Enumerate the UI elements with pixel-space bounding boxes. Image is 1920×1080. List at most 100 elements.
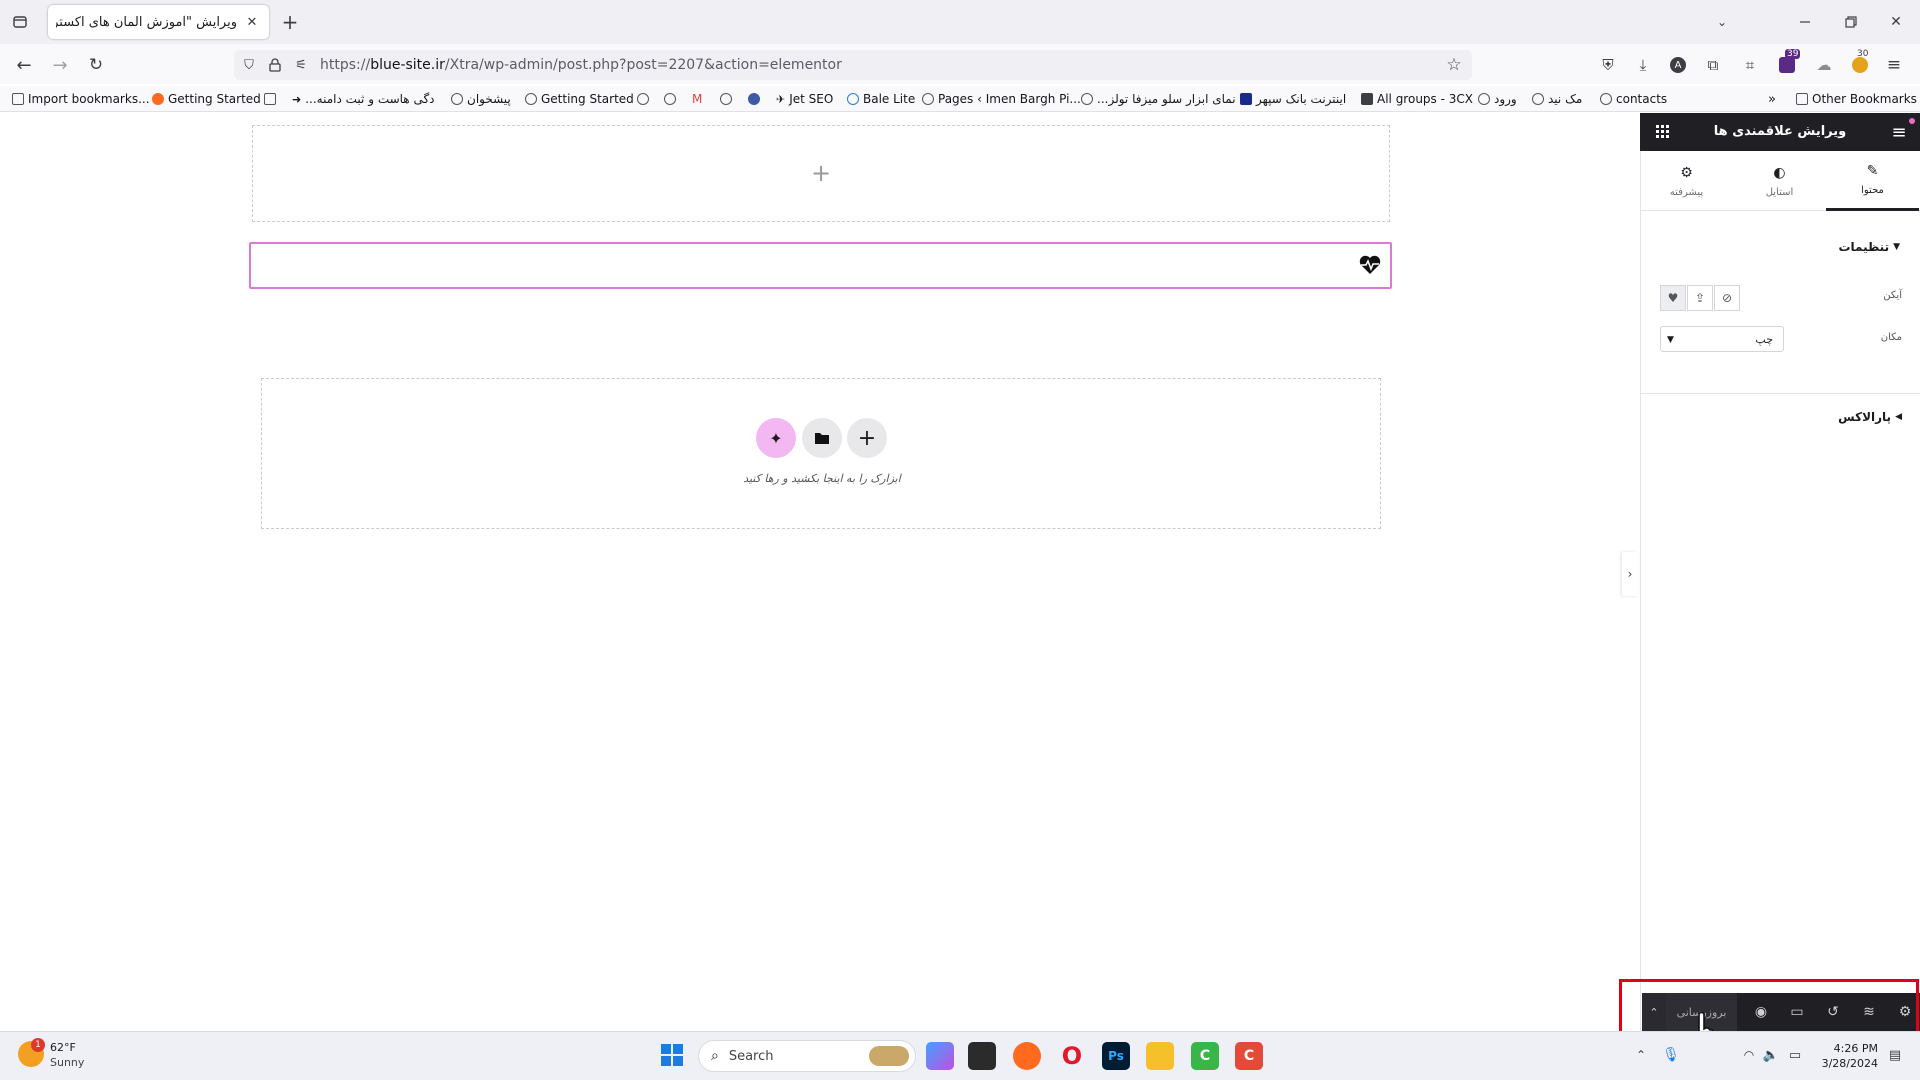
bookmark-item[interactable]: ورود [1478, 90, 1517, 108]
url-bar[interactable]: ⛉ ⚟ https://blue-site.ir/Xtra/wp-admin/p… [234, 50, 1472, 80]
caret-left-icon: ◀ [1895, 412, 1902, 422]
minimize-icon[interactable] [1795, 12, 1815, 32]
file-manager-icon[interactable] [968, 1042, 996, 1070]
template-library-button[interactable] [802, 418, 842, 458]
tab-label: محتوا [1861, 185, 1884, 196]
back-icon[interactable]: ← [12, 54, 36, 76]
bookmark-label: ...دگی هاست و ثبت دامنه [305, 92, 435, 106]
tab-advanced[interactable]: ⚙ پیشرفته [1640, 151, 1733, 211]
forward-icon[interactable]: → [48, 54, 72, 76]
wifi-icon[interactable]: ◠ [1740, 1046, 1758, 1064]
windows-start-icon[interactable] [661, 1044, 683, 1066]
notification-dot [1909, 118, 1915, 124]
add-element-icon[interactable]: + [808, 159, 834, 187]
collapse-panel-toggle[interactable]: › [1622, 552, 1638, 596]
chevron-double-right-icon: » [1768, 91, 1776, 107]
bookmark-item[interactable]: Import bookmarks... [12, 90, 150, 108]
rocket-icon: ✈ [776, 92, 786, 106]
position-select[interactable]: ▼ چپ [1660, 326, 1784, 352]
bookmark-item[interactable]: All groups - 3CX [1361, 90, 1473, 108]
icon-option-heart[interactable]: ♥ [1660, 285, 1686, 311]
section-parallax-toggle[interactable]: پارالاکس ◀ [1830, 410, 1902, 424]
url-text[interactable]: https://blue-site.ir/Xtra/wp-admin/post.… [320, 57, 842, 73]
ai-sparkle-button[interactable]: ✦ [756, 418, 796, 458]
add-section-button[interactable]: + [847, 418, 887, 458]
bookmark-item[interactable]: Bale Lite [847, 90, 915, 108]
icon-option-none[interactable]: ⊘ [1714, 285, 1740, 311]
empty-section[interactable]: + [252, 125, 1390, 222]
camtasia-recorder-icon[interactable]: C [1235, 1042, 1263, 1070]
crop-icon[interactable]: ⌗ [1740, 55, 1760, 75]
bookmark-item[interactable] [664, 90, 676, 108]
microphone-icon[interactable]: 🎙 [1662, 1046, 1680, 1064]
bookmark-item[interactable]: M [692, 90, 702, 108]
cloud-extension-icon[interactable]: ☁ [1814, 55, 1834, 75]
tab-content[interactable]: ✎ محتوا [1826, 151, 1919, 211]
bookmark-label: Other Bookmarks [1812, 92, 1917, 106]
folder-taskbar-icon[interactable] [1146, 1042, 1174, 1070]
bookmark-item[interactable] [264, 90, 276, 108]
site-icon [451, 93, 463, 105]
icon-option-upload[interactable]: ⇪ [1687, 285, 1713, 311]
folder-icon [815, 433, 829, 444]
extensions-icon[interactable]: ⧉ [1703, 55, 1723, 75]
hamburger-menu-icon[interactable]: ≡ [1888, 122, 1910, 143]
bookmark-item[interactable] [748, 90, 760, 108]
opera-icon[interactable]: O [1058, 1042, 1086, 1070]
bookmark-item[interactable]: مک نید [1532, 90, 1582, 108]
active-tab[interactable]: ویرایش "آموزش المان های اکسترا – ما ✕ [48, 5, 269, 39]
notifications-icon[interactable]: ▤ [1886, 1046, 1904, 1064]
volume-icon[interactable]: 🔈 [1762, 1046, 1780, 1064]
bookmark-item[interactable] [637, 90, 649, 108]
pocket-icon[interactable]: ⛨ [1598, 55, 1618, 75]
widgets-grid-icon[interactable] [1654, 123, 1672, 141]
permissions-icon[interactable]: ⚟ [292, 56, 310, 74]
close-tab-icon[interactable]: ✕ [243, 15, 261, 30]
bookmark-item[interactable]: Pages ‹ Imen Bargh Pi... [922, 90, 1081, 108]
camtasia-icon[interactable]: C [1191, 1042, 1219, 1070]
tab-list-icon[interactable] [8, 12, 32, 32]
lock-icon[interactable] [266, 56, 284, 74]
extension-shield-icon[interactable]: 39 [1776, 49, 1801, 76]
reload-icon[interactable]: ↻ [84, 54, 108, 76]
bookmark-item[interactable]: ...نمای ابزار سلو میزفا تولز [1081, 90, 1236, 108]
chevron-down-icon: ▼ [1667, 335, 1674, 345]
account-icon[interactable]: A [1668, 55, 1688, 75]
section-settings-toggle[interactable]: تنظیمات ▼ [1838, 240, 1900, 254]
battery-icon[interactable]: ▭ [1786, 1046, 1804, 1064]
menu-icon[interactable]: ≡ [1884, 55, 1904, 75]
close-window-icon[interactable]: ✕ [1886, 12, 1906, 32]
drop-zone[interactable]: ✦ + ابزارک را به اینجا بکشید و رها کنید [261, 378, 1381, 529]
bookmark-item[interactable]: ➜ ...دگی هاست و ثبت دامنه [292, 90, 435, 108]
heart-pulse-icon[interactable] [1358, 254, 1382, 276]
position-label: مکان [1880, 332, 1902, 343]
bookmark-star-icon[interactable]: ☆ [1444, 55, 1464, 75]
tab-style[interactable]: ◐ استایل [1733, 151, 1826, 211]
weather-widget[interactable]: 62°F Sunny [50, 1040, 84, 1070]
bookmark-item[interactable] [720, 90, 732, 108]
taskbar-search[interactable]: ⌕ Search [698, 1040, 916, 1072]
tray-overflow-icon[interactable]: ⌃ [1632, 1046, 1650, 1064]
downloads-icon[interactable]: ⤓ [1633, 55, 1653, 75]
sun-extension-icon[interactable]: 30 [1849, 49, 1871, 76]
bookmark-item[interactable]: Getting Started [525, 90, 634, 108]
clock[interactable]: 4:26 PM 3/28/2024 [1812, 1041, 1878, 1071]
bookmark-item[interactable]: پیشخوان [451, 90, 511, 108]
restore-icon[interactable] [1841, 12, 1861, 32]
globe-icon [1478, 93, 1490, 105]
photoshop-icon[interactable]: Ps [1102, 1042, 1130, 1070]
bookmark-item[interactable]: ✈ Jet SEO [776, 90, 833, 108]
list-all-tabs-icon[interactable]: ⌄ [1712, 12, 1732, 32]
bookmarks-overflow[interactable]: » [1768, 90, 1776, 108]
bookmark-item[interactable]: Getting Started [152, 90, 261, 108]
bookmark-item[interactable]: اینترنت بانک سپهر [1240, 90, 1346, 108]
icon-label: آیکن [1883, 290, 1902, 301]
tracking-shield-icon[interactable]: ⛉ [240, 56, 258, 74]
firefox-taskbar-icon[interactable] [1013, 1042, 1041, 1070]
bookmark-item[interactable]: contacts [1600, 90, 1667, 108]
other-bookmarks[interactable]: Other Bookmarks [1796, 90, 1917, 108]
copilot-icon[interactable] [926, 1042, 954, 1070]
new-tab-icon[interactable]: + [280, 10, 300, 34]
favorites-widget[interactable] [249, 242, 1392, 289]
extension-badge-2: 30 [1857, 49, 1869, 59]
